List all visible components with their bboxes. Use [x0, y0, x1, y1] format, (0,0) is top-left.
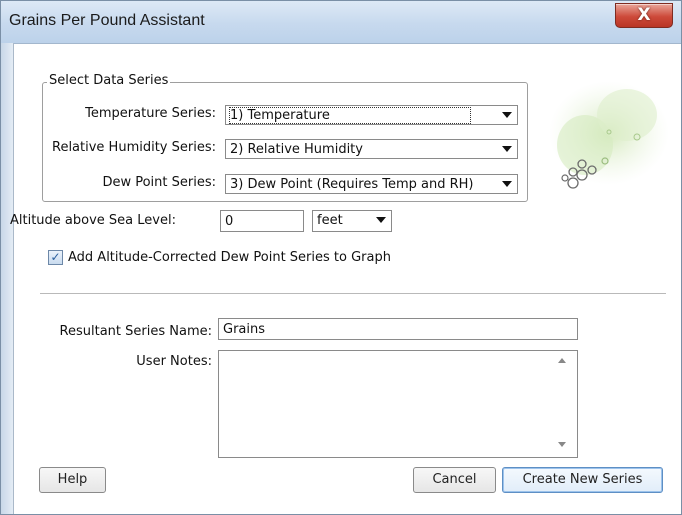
- humidity-series-label: Relative Humidity Series:: [52, 140, 216, 155]
- user-notes-label: User Notes:: [136, 354, 212, 369]
- temperature-series-value: 1) Temperature: [229, 107, 471, 124]
- resultant-series-label: Resultant Series Name:: [59, 324, 212, 339]
- chevron-down-icon[interactable]: [376, 217, 386, 223]
- temperature-series-select[interactable]: 1) Temperature: [225, 105, 518, 125]
- chevron-down-icon[interactable]: [502, 146, 512, 152]
- altitude-corrected-checkbox[interactable]: ✓: [48, 250, 63, 265]
- scroll-up-icon[interactable]: [558, 358, 566, 363]
- group-legend: Select Data Series: [47, 73, 171, 88]
- temperature-series-label: Temperature Series:: [85, 106, 216, 121]
- altitude-unit-select[interactable]: feet: [312, 210, 392, 232]
- create-new-series-button[interactable]: Create New Series: [502, 467, 663, 493]
- window-title: Grains Per Pound Assistant: [9, 12, 205, 29]
- close-icon: X: [637, 5, 651, 25]
- bubbles-logo-icon: [549, 81, 669, 189]
- chevron-down-icon[interactable]: [502, 112, 512, 118]
- cancel-button[interactable]: Cancel: [413, 467, 496, 493]
- altitude-value: 0: [225, 214, 234, 229]
- title-bar[interactable]: Grains Per Pound Assistant X: [1, 1, 681, 44]
- resultant-series-value: Grains: [223, 322, 266, 337]
- dew-point-series-label: Dew Point Series:: [102, 175, 216, 190]
- dew-point-series-value: 3) Dew Point (Requires Temp and RH): [230, 177, 474, 192]
- chevron-down-icon[interactable]: [502, 181, 512, 187]
- window-frame-left: [1, 43, 14, 514]
- altitude-input[interactable]: 0: [220, 210, 304, 232]
- checkmark-icon: ✓: [50, 250, 61, 264]
- altitude-unit-value: feet: [317, 213, 343, 228]
- dew-point-series-select[interactable]: 3) Dew Point (Requires Temp and RH): [225, 174, 518, 194]
- resultant-series-input[interactable]: Grains: [218, 318, 578, 340]
- humidity-series-select[interactable]: 2) Relative Humidity: [225, 139, 518, 159]
- scroll-down-icon[interactable]: [558, 442, 566, 447]
- altitude-corrected-label[interactable]: Add Altitude-Corrected Dew Point Series …: [68, 250, 391, 265]
- help-button[interactable]: Help: [39, 467, 106, 493]
- close-button[interactable]: X: [615, 3, 673, 28]
- humidity-series-value: 2) Relative Humidity: [230, 142, 363, 157]
- user-notes-textarea[interactable]: [218, 350, 578, 458]
- divider: [40, 293, 666, 294]
- altitude-label: Altitude above Sea Level:: [10, 213, 176, 228]
